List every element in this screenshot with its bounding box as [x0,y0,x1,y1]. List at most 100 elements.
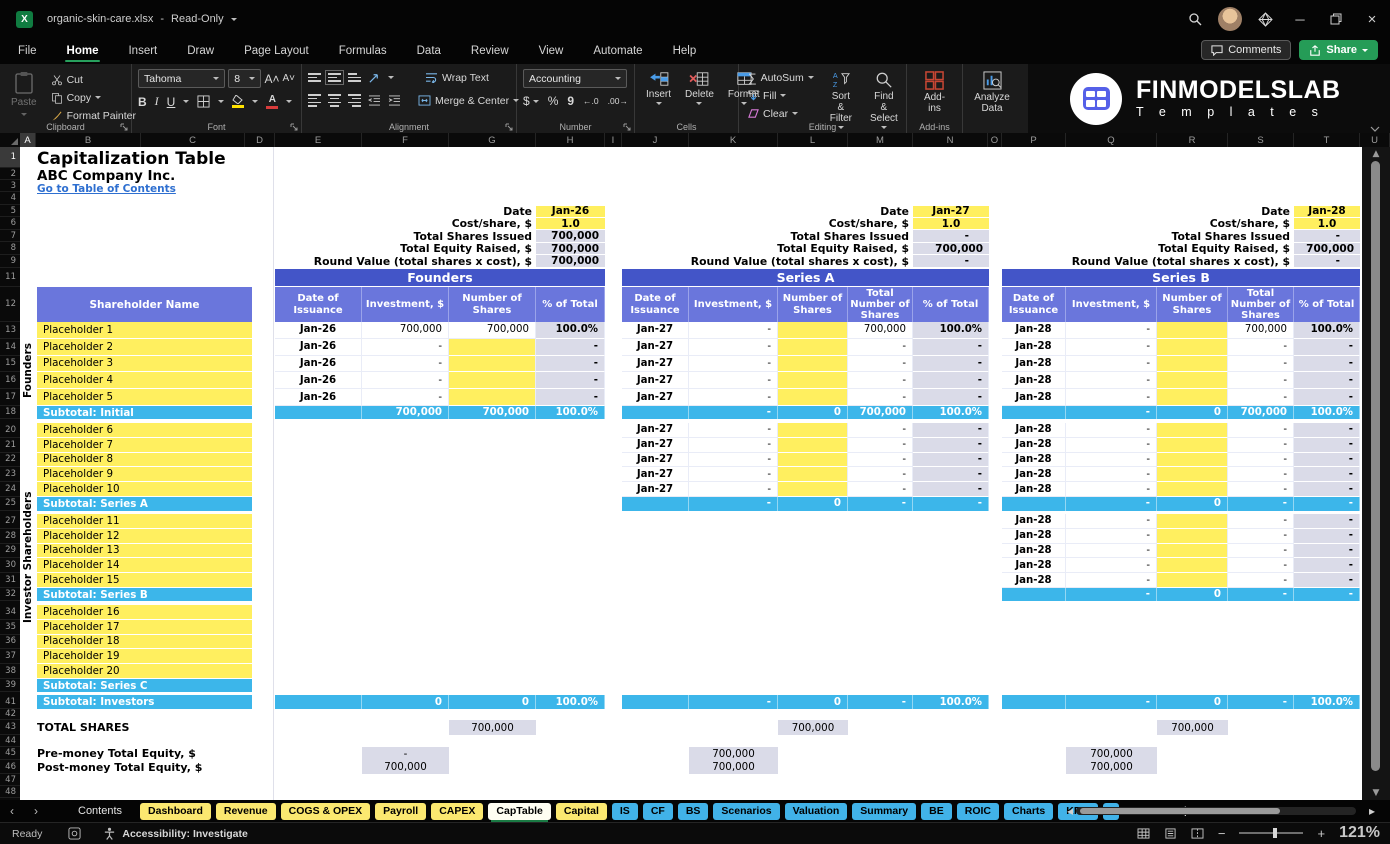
align-top-icon[interactable] [308,73,321,82]
column-header-cell[interactable]: % of Total [913,287,989,322]
table-cell[interactable]: - [913,356,989,373]
menu-tab-home[interactable]: Home [65,41,101,61]
table-cell[interactable]: - [536,356,605,373]
info-value-series-a[interactable]: Jan-27 [913,206,989,217]
column-header-f[interactable]: F [362,133,449,147]
table-cell[interactable] [778,339,848,356]
table-of-contents-link[interactable]: Go to Table of Contents [37,183,176,195]
column-header-cell[interactable]: Investment, $ [362,287,449,322]
table-cell[interactable]: - [913,389,989,406]
table-cell[interactable]: - [1294,514,1360,529]
post-money-value-founders[interactable]: 700,000 [362,760,449,774]
table-cell[interactable]: Jan-27 [622,423,689,438]
scroll-down-icon[interactable]: ▼ [1362,788,1390,798]
info-label-series-a[interactable]: Total Shares Issued [607,230,909,242]
shareholder-name-cell[interactable]: Placeholder 4 [37,372,252,389]
table-cell[interactable]: - [1228,467,1294,482]
table-cell[interactable]: - [1228,558,1294,573]
table-cell[interactable]: - [1228,529,1294,544]
table-cell[interactable]: - [689,423,778,438]
investors-subtotal-cell[interactable]: 0 [1157,695,1228,709]
column-header-d[interactable]: D [245,133,275,147]
subtotal-cell[interactable]: - [689,497,778,511]
hscroll-left-icon[interactable]: ◂ [1067,804,1073,818]
column-header-cell[interactable]: % of Total [1294,287,1360,322]
align-right-icon[interactable] [348,94,361,107]
row-header-35[interactable]: 35 [0,620,20,635]
table-cell[interactable]: - [1294,438,1360,453]
investors-subtotal-cell[interactable]: 0 [449,695,536,709]
decrease-decimal-button[interactable]: .00→ [608,96,628,106]
table-cell[interactable] [778,467,848,482]
table-cell[interactable] [778,482,848,497]
zoom-out-icon[interactable]: − [1218,826,1226,841]
table-cell[interactable]: - [1066,423,1157,438]
info-value-series-a[interactable]: 700,000 [913,243,989,254]
table-cell[interactable]: - [689,372,778,389]
table-cell[interactable] [1157,453,1228,468]
table-cell[interactable] [449,389,536,406]
side-label-founders[interactable]: Founders [20,322,36,419]
table-cell[interactable] [1157,322,1228,339]
table-cell[interactable]: - [913,423,989,438]
row-header-28[interactable]: 28 [0,529,20,544]
table-cell[interactable]: - [1066,389,1157,406]
sheet-nav-back-icon[interactable]: ‹ [0,804,24,818]
row-header-29[interactable]: 29 [0,544,20,559]
sheet-tab-capital[interactable]: Capital [556,803,607,820]
number-dialog-launcher[interactable] [623,123,631,131]
table-cell[interactable]: Jan-28 [1002,389,1066,406]
minimize-button[interactable]: ─ [1282,0,1318,38]
table-cell[interactable]: Jan-28 [1002,339,1066,356]
table-cell[interactable]: Jan-27 [622,339,689,356]
table-cell[interactable]: Jan-27 [622,372,689,389]
normal-view-icon[interactable] [1137,828,1150,839]
merge-center-button[interactable]: Merge & Center [415,92,522,109]
table-cell[interactable]: Jan-26 [275,322,362,339]
row-header-3[interactable]: 3 [0,180,20,192]
total-shares-label[interactable]: TOTAL SHARES [37,720,257,735]
table-cell[interactable]: - [1066,453,1157,468]
decrease-indent-icon[interactable] [368,95,381,106]
shareholder-name-cell[interactable]: Placeholder 1 [37,322,252,339]
paste-button[interactable]: Paste [6,69,42,124]
row-header-37[interactable]: 37 [0,649,20,664]
row-header-22[interactable]: 22 [0,453,20,468]
column-header-h[interactable]: H [536,133,605,147]
table-cell[interactable]: Jan-28 [1002,356,1066,373]
table-cell[interactable]: Jan-27 [622,453,689,468]
zoom-slider-thumb[interactable] [1273,828,1277,838]
fill-color-button[interactable] [232,95,244,108]
accessibility-status[interactable]: Accessibility: Investigate [103,827,247,840]
table-cell[interactable]: - [1228,423,1294,438]
subtotal-cell[interactable]: - [848,497,913,511]
column-header-cell[interactable]: Total Number of Shares [848,287,913,322]
row-header-27[interactable]: 27 [0,514,20,529]
restore-button[interactable] [1318,0,1354,38]
underline-dropdown[interactable] [183,100,189,103]
table-cell[interactable]: - [848,482,913,497]
shareholder-name-cell[interactable]: Placeholder 11 [37,514,252,529]
shareholder-name-cell[interactable]: Placeholder 19 [37,649,252,664]
sheet-tab-capex[interactable]: CAPEX [431,803,483,820]
table-cell[interactable]: - [536,389,605,406]
sheet-tab-valuation[interactable]: Valuation [785,803,848,820]
table-cell[interactable]: - [689,453,778,468]
table-cell[interactable]: Jan-28 [1002,372,1066,389]
info-label-founders[interactable]: Total Shares Issued [260,230,532,242]
column-header-t[interactable]: T [1294,133,1360,147]
info-label-series-b[interactable]: Total Shares Issued [987,230,1290,242]
zoom-slider[interactable] [1239,832,1303,834]
table-cell[interactable]: - [1294,573,1360,588]
subtotal-cell[interactable]: - [1228,588,1294,601]
table-cell[interactable]: - [362,356,449,373]
number-format-select[interactable]: Accounting [523,69,627,88]
column-header-cell[interactable]: Date of Issuance [1002,287,1066,322]
row-header-12[interactable]: 12 [0,287,20,322]
subtotal-cell[interactable] [1002,497,1066,511]
table-cell[interactable]: Jan-28 [1002,482,1066,497]
pre-money-value-founders[interactable]: - [362,747,449,760]
table-cell[interactable] [1157,529,1228,544]
row-header-7[interactable]: 7 [0,230,20,242]
table-cell[interactable]: - [1066,322,1157,339]
